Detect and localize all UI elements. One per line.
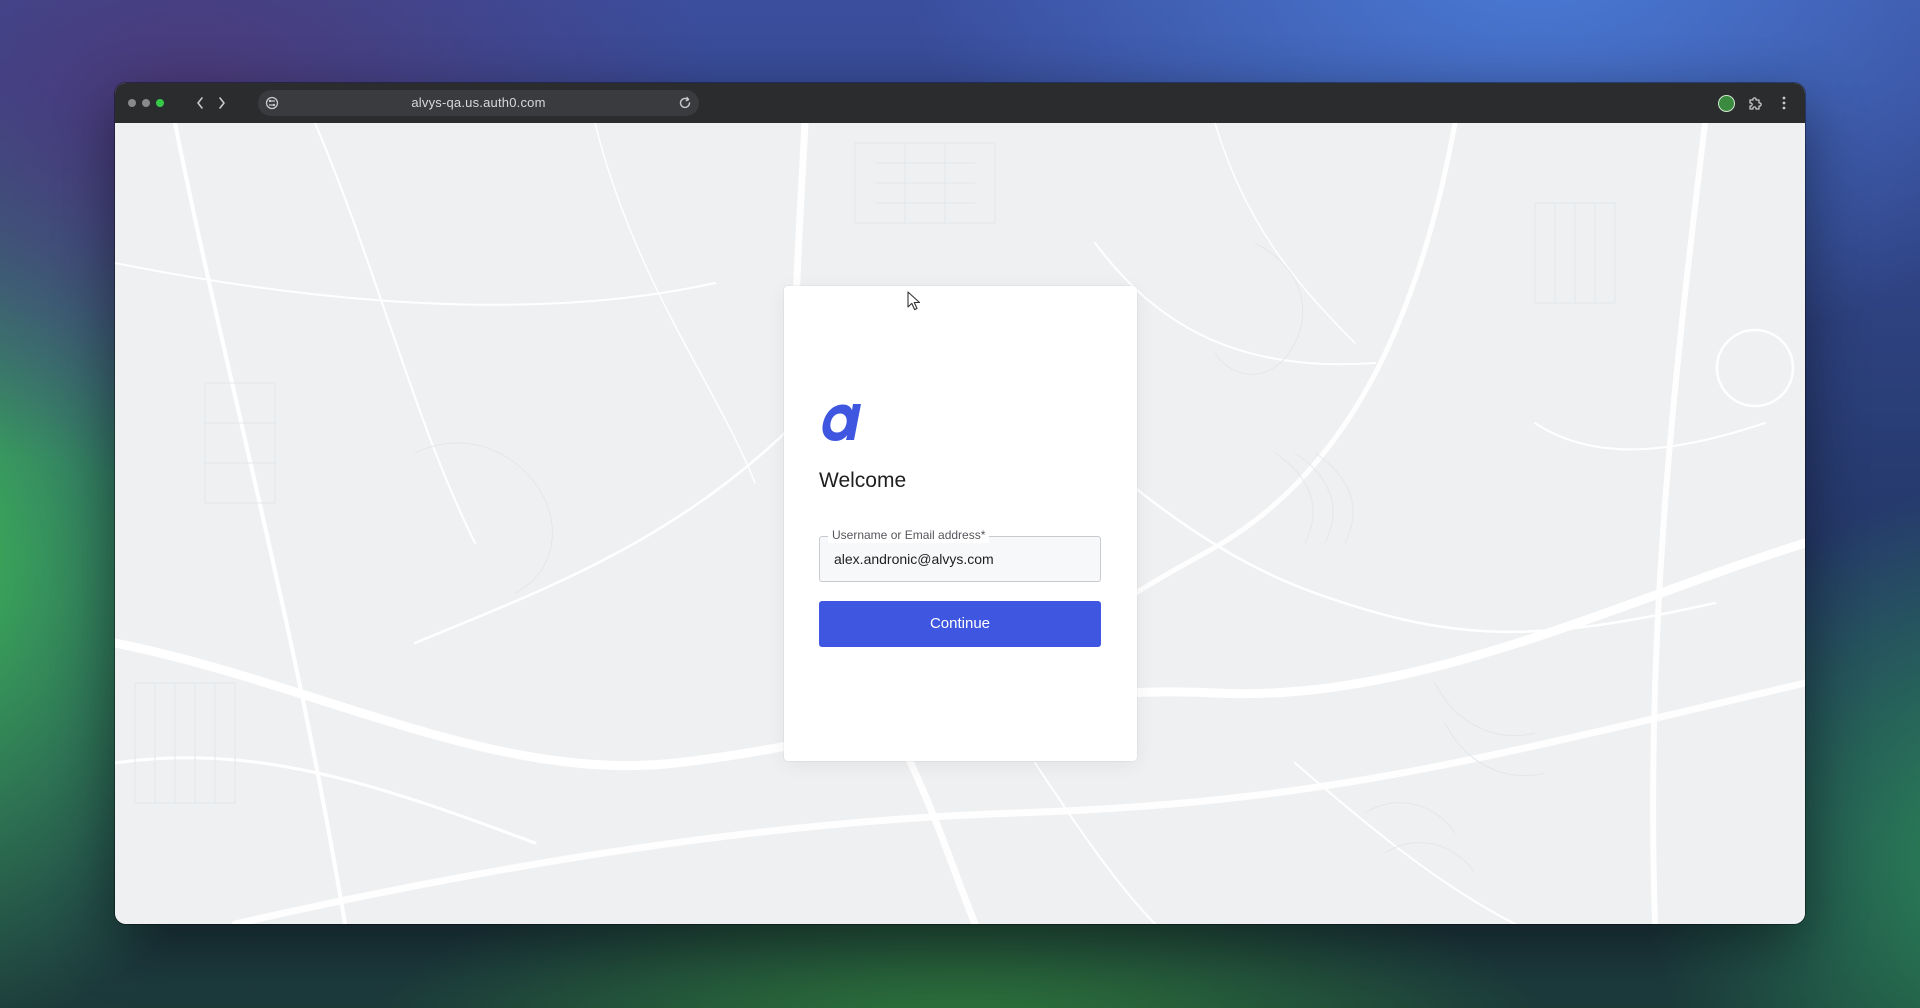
minimize-window-button[interactable] [142, 99, 150, 107]
browser-window: alvys-qa.us.auth0.com Welcome Username o… [115, 83, 1805, 924]
back-arrow-icon[interactable] [190, 93, 210, 113]
profile-icon[interactable] [1716, 93, 1736, 113]
mouse-pointer-icon [907, 291, 921, 311]
welcome-heading: Welcome [819, 469, 907, 492]
reload-icon[interactable] [678, 96, 692, 110]
login-card: Welcome Username or Email address* alex.… [784, 286, 1137, 761]
page-viewport: Welcome Username or Email address* alex.… [115, 123, 1805, 924]
forward-arrow-icon[interactable] [212, 93, 232, 113]
close-window-button[interactable] [128, 99, 136, 107]
address-bar[interactable]: alvys-qa.us.auth0.com [258, 90, 699, 116]
maximize-window-button[interactable] [156, 99, 164, 107]
extensions-icon[interactable] [1745, 93, 1765, 113]
alvys-logo [822, 404, 861, 441]
continue-button[interactable]: Continue [819, 601, 1101, 647]
kebab-menu-icon[interactable] [1774, 93, 1794, 113]
browser-titlebar: alvys-qa.us.auth0.com [115, 83, 1805, 123]
url-text[interactable]: alvys-qa.us.auth0.com [258, 90, 699, 116]
username-email-field[interactable]: Username or Email address* alex.andronic… [819, 527, 1101, 582]
username-email-value[interactable]: alex.andronic@alvys.com [834, 537, 994, 581]
